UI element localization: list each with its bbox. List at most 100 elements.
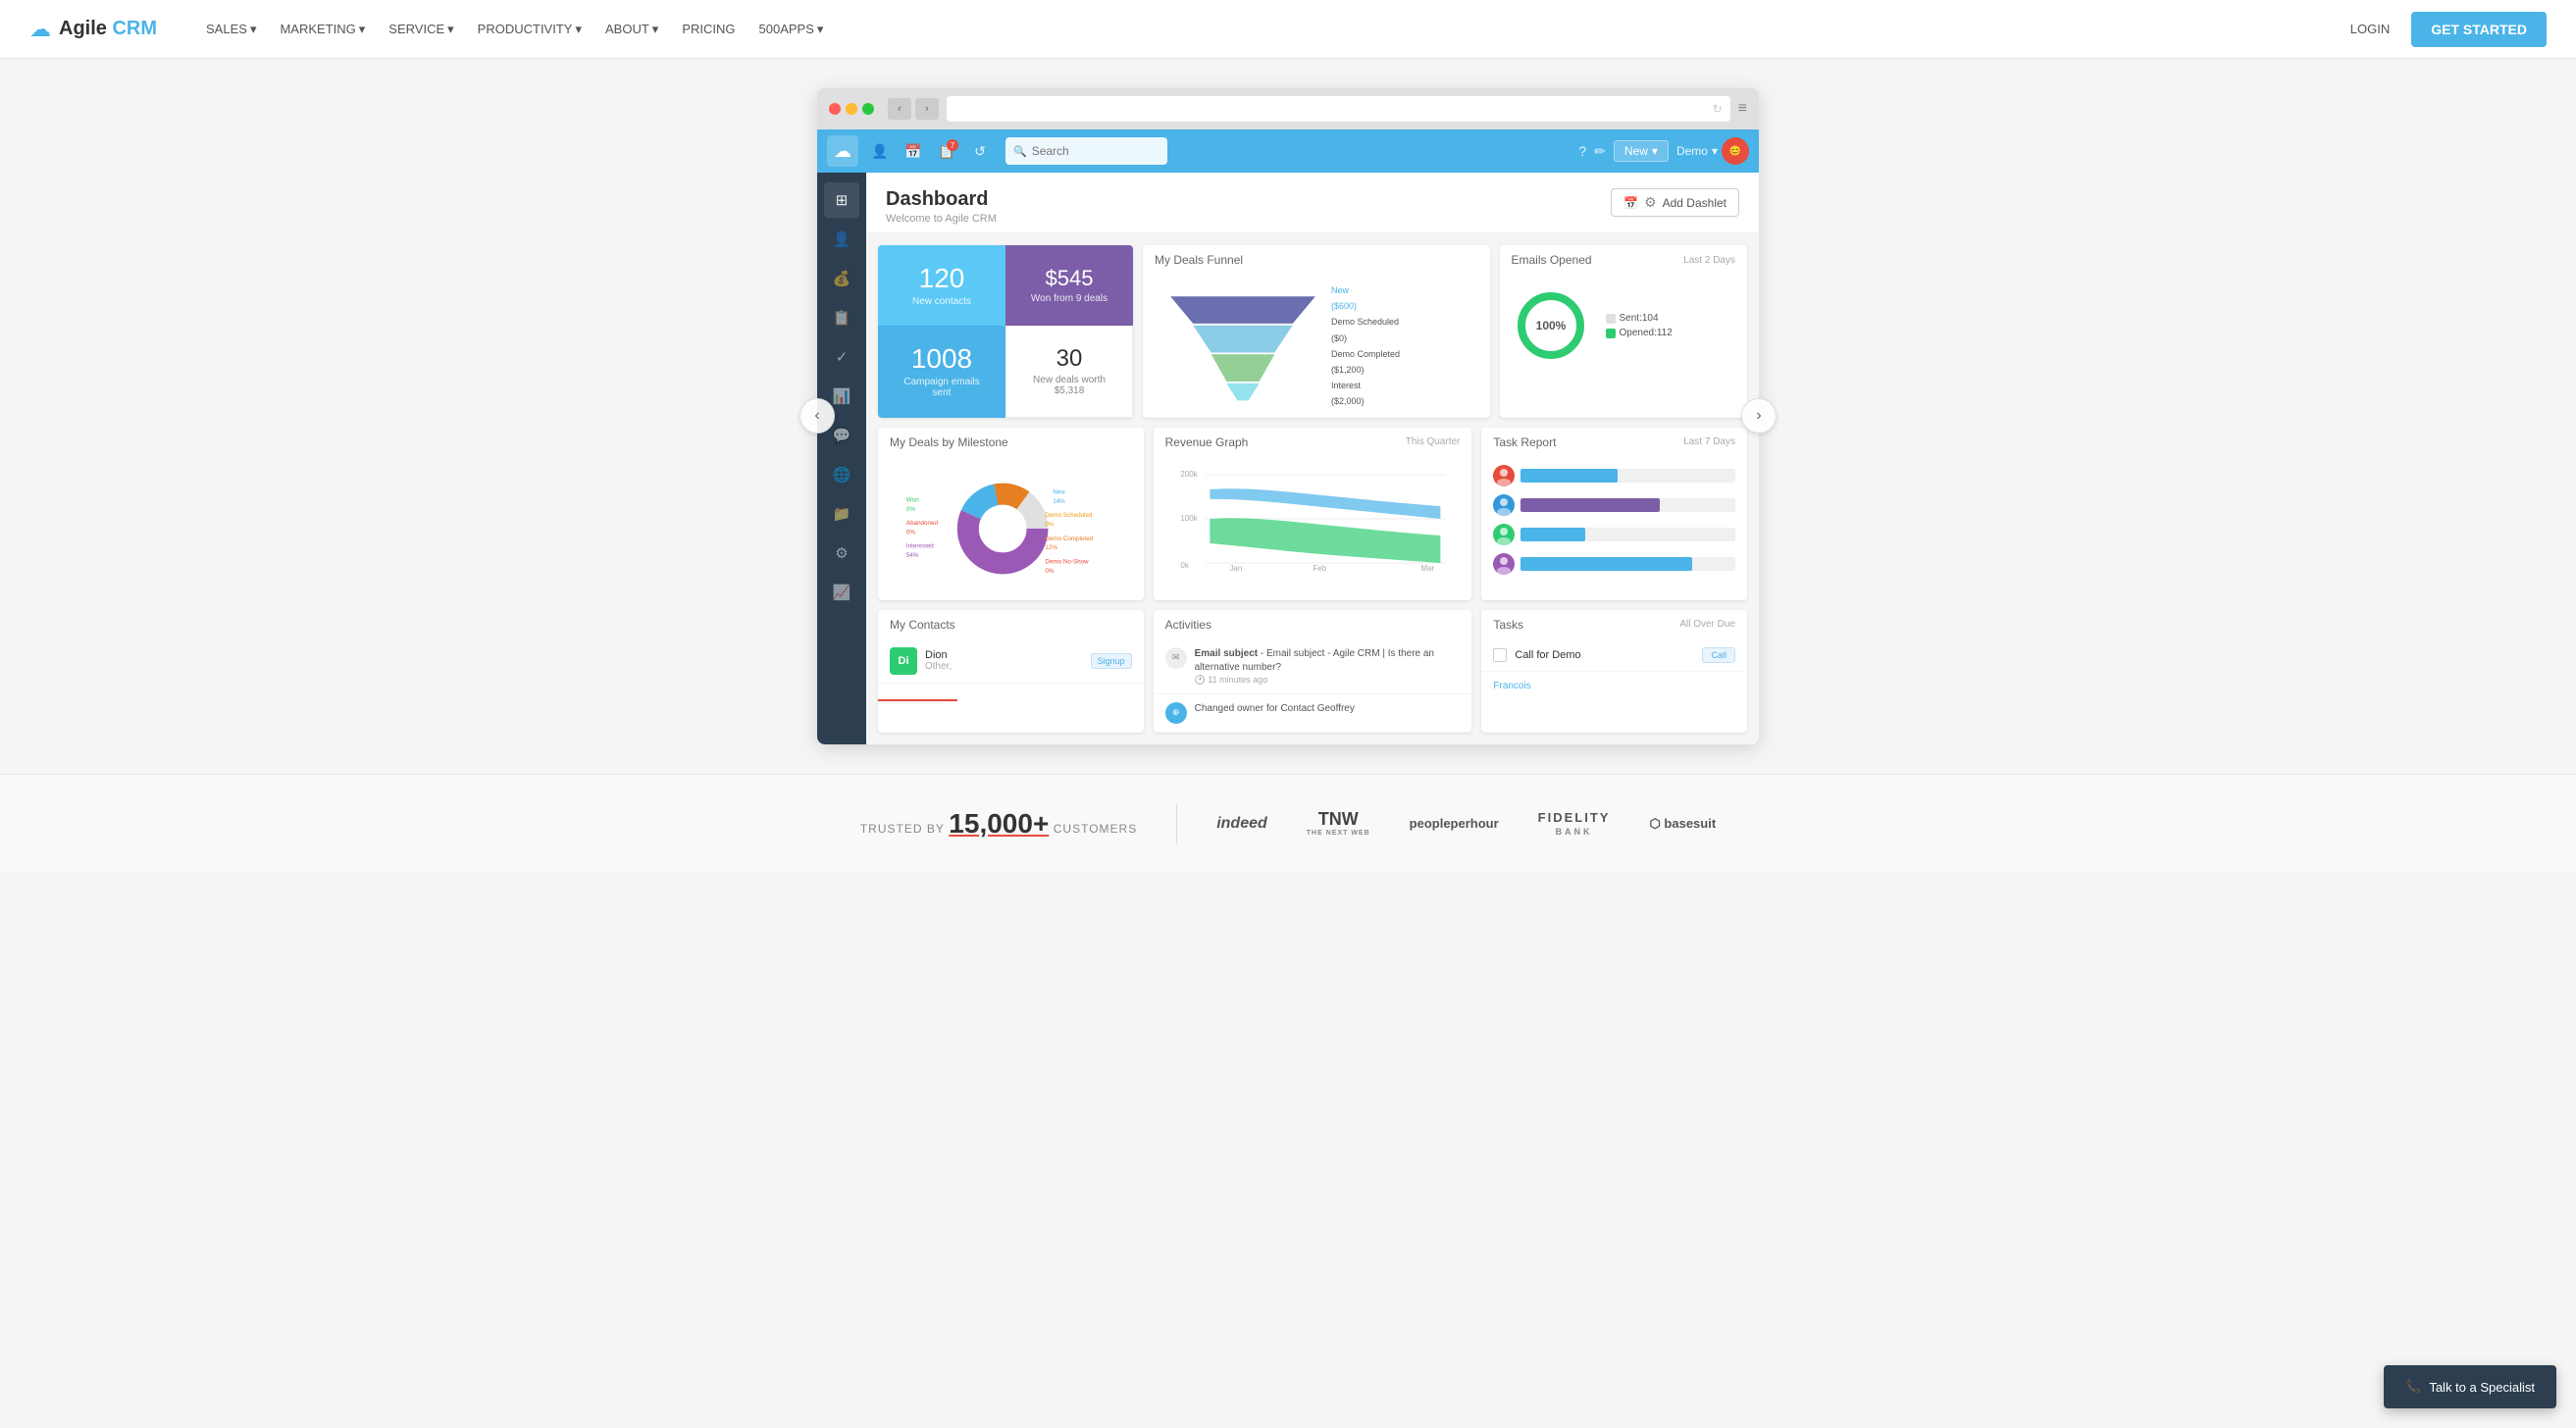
new-contacts-number: 120 [919, 265, 965, 292]
crm-topbar: ☁ 👤 📅 📋 7 ↺ 🔍 [817, 129, 1759, 173]
get-started-button[interactable]: GET STARTED [2411, 12, 2547, 47]
tasks-title: Tasks [1493, 618, 1523, 632]
close-dot[interactable] [829, 103, 841, 115]
history-icon[interactable]: ↺ [966, 137, 994, 165]
funnel-svg [1155, 287, 1331, 405]
activity-icon-2: ⊕ [1165, 702, 1187, 724]
sidebar-item-integrations[interactable]: ⚙ [824, 536, 859, 571]
revenue-period: This Quarter [1406, 436, 1461, 447]
nav-productivity[interactable]: PRODUCTIVITY ▾ [468, 16, 592, 43]
logo[interactable]: ☁ Agile CRM [29, 17, 157, 42]
browser-back-button[interactable]: ‹ [888, 98, 911, 120]
search-input[interactable] [1032, 144, 1159, 158]
nav-pricing[interactable]: PRICING [672, 16, 745, 42]
activity-text-2: Changed owner for Contact Geoffrey [1195, 702, 1355, 716]
activities-header: Activities [1154, 610, 1472, 639]
svg-text:0k: 0k [1180, 561, 1189, 570]
dashlets-area: 120 New contacts $545 Won from 9 deals [866, 233, 1759, 744]
svg-text:New: New [1054, 488, 1066, 495]
partner-tnw: TNW THE NEXT WEB [1307, 809, 1370, 839]
trusted-text-area: TRUSTED BY 15,000+ CUSTOMERS [860, 808, 1137, 840]
nav-500apps[interactable]: 500APPS ▾ [749, 16, 834, 43]
task-bars-container [1481, 457, 1747, 583]
logo-text: Agile CRM [59, 18, 157, 40]
funnel-container: New ($600) Demo Scheduled ($0) Demo Comp… [1143, 275, 1490, 418]
browser-menu-icon[interactable]: ≡ [1738, 100, 1747, 118]
carousel-right-arrow[interactable]: › [1741, 398, 1777, 434]
crm-search-box[interactable]: 🔍 [1005, 137, 1167, 165]
contacts-icon[interactable]: 👤 [866, 137, 894, 165]
svg-text:Mar: Mar [1420, 564, 1434, 573]
sidebar-item-analytics[interactable]: 📈 [824, 575, 859, 610]
sent-legend: Sent:104 [1606, 313, 1673, 324]
sidebar-item-contacts[interactable]: 👤 [824, 222, 859, 257]
sidebar-item-files[interactable]: 📁 [824, 496, 859, 532]
task-bar-bg-1 [1520, 469, 1735, 483]
help-icon[interactable]: ? [1578, 143, 1586, 159]
browser-url-bar[interactable]: ↻ [947, 96, 1730, 122]
login-button[interactable]: LOGIN [2341, 16, 2399, 42]
nav-marketing[interactable]: MARKETING ▾ [270, 16, 375, 43]
maximize-dot[interactable] [862, 103, 874, 115]
svg-text:0%: 0% [1046, 521, 1055, 528]
new-button[interactable]: New ▾ [1614, 140, 1669, 162]
tasks-header: Tasks All Over Due [1481, 610, 1747, 639]
svg-text:Feb: Feb [1313, 564, 1326, 573]
svg-text:12%: 12% [1046, 544, 1058, 551]
won-deals-cell: $545 Won from 9 deals [1005, 245, 1133, 326]
edit-icon[interactable]: ✏ [1594, 143, 1606, 160]
nav-about[interactable]: ABOUT ▾ [595, 16, 668, 43]
sidebar-item-deals[interactable]: 💰 [824, 261, 859, 296]
task-bar-fill-4 [1520, 557, 1692, 571]
new-contacts-cell: 120 New contacts [878, 245, 1005, 326]
activity-text-1: Email subject - Email subject - Agile CR… [1195, 647, 1461, 686]
sidebar-item-tasks[interactable]: ✓ [824, 339, 859, 375]
sidebar-item-notes[interactable]: 📋 [824, 300, 859, 335]
svg-text:Won: Won [906, 496, 919, 503]
trusted-number: 15,000+ [949, 808, 1049, 839]
dashboard-title: Dashboard [886, 188, 997, 211]
task-avatar-3 [1493, 524, 1515, 545]
notifications-icon[interactable]: 📋 7 [933, 137, 960, 165]
sidebar-item-dashboard[interactable]: ⊞ [824, 182, 859, 218]
task-call-button[interactable]: Call [1702, 647, 1735, 663]
task-checkbox-1[interactable] [1493, 648, 1507, 662]
task-bar-row-1 [1493, 465, 1735, 486]
nav-service[interactable]: SERVICE ▾ [379, 16, 463, 43]
contact-item-1: Di Dion Other, Signup [878, 639, 1144, 684]
task-assignee-area: Francois [1481, 672, 1747, 697]
user-menu-button[interactable]: Demo ▾ 😊 [1676, 137, 1749, 165]
milestone-chart: Won 0% Abandoned 0% Interested 54% New [902, 465, 1118, 592]
pie-area: Won 0% Abandoned 0% Interested 54% New [878, 457, 1144, 600]
stats-grid: 120 New contacts $545 Won from 9 deals [878, 245, 1133, 418]
dashlets-row-3: My Contacts Di Dion Other, Signup [878, 610, 1747, 733]
crm-body: ⊞ 👤 💰 📋 ✓ 📊 💬 🌐 📁 ⚙ 📈 [817, 173, 1759, 744]
minimize-dot[interactable] [846, 103, 857, 115]
contact-info-dion: Dion Other, [925, 649, 1083, 672]
contacts-title: My Contacts [890, 618, 955, 632]
svg-text:200k: 200k [1180, 470, 1198, 479]
activity-item-1: ✉ Email subject - Email subject - Agile … [1154, 639, 1472, 694]
specialist-label: Talk to a Specialist [2429, 1380, 2535, 1395]
campaign-emails-label: Campaign emails sent [894, 377, 990, 398]
browser-forward-button[interactable]: › [915, 98, 939, 120]
new-contacts-label: New contacts [912, 296, 971, 307]
funnel-label-demo-scheduled-amount: ($0) [1331, 331, 1478, 346]
talk-to-specialist-button[interactable]: 📞 Talk to a Specialist [2384, 1365, 2556, 1408]
calendar-icon[interactable]: 📅 [900, 137, 927, 165]
svg-text:Demo Completed: Demo Completed [1046, 535, 1094, 541]
svg-text:100k: 100k [1180, 514, 1198, 523]
sidebar-item-globe[interactable]: 🌐 [824, 457, 859, 492]
nav-sales[interactable]: SALES ▾ [196, 16, 266, 43]
avatar: 😊 [1722, 137, 1749, 165]
task-avatar-2 [1493, 494, 1515, 516]
add-dashlet-button[interactable]: 📅 ⚙ Add Dashlet [1611, 188, 1739, 217]
funnel-label-demo-completed: Demo Completed [1331, 346, 1478, 362]
emails-opened-period: Last 2 Days [1683, 255, 1735, 266]
activities-title: Activities [1165, 618, 1211, 632]
funnel-label-demo-scheduled: Demo Scheduled [1331, 314, 1478, 330]
crm-top-right: ? ✏ New ▾ Demo ▾ 😊 [1578, 137, 1749, 165]
notification-badge: 7 [947, 139, 958, 151]
carousel-left-arrow[interactable]: ‹ [799, 398, 835, 434]
crm-logo-icon[interactable]: ☁ [827, 135, 858, 167]
